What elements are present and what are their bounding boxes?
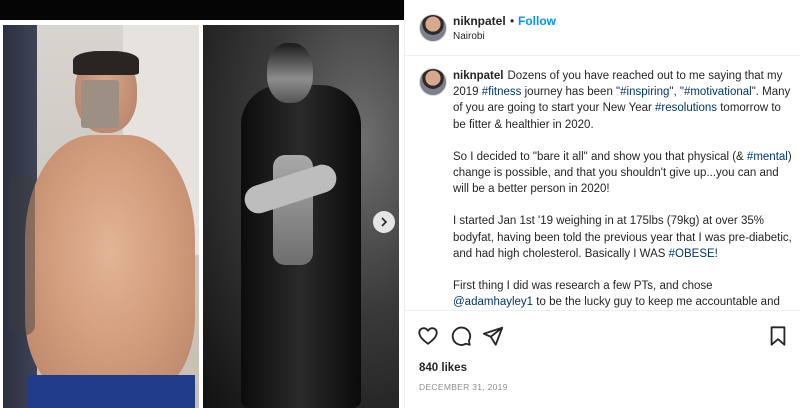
share-button[interactable] [482, 325, 504, 347]
caption-paragraph: So I decided to "bare it all" and show y… [453, 149, 793, 198]
post-side-panel: niknpatel • Follow Nairobi niknpatel Doze… [404, 0, 800, 408]
location-link[interactable]: Nairobi [453, 31, 485, 42]
share-icon [482, 326, 504, 346]
shorts [27, 375, 195, 408]
follow-button[interactable]: Follow [518, 14, 556, 28]
hashtag-link[interactable]: #resolutions [655, 102, 717, 114]
hashtag-link[interactable]: #OBESE [669, 248, 715, 260]
torso [25, 135, 195, 395]
caption-area[interactable]: niknpatel Dozens of you have reached out … [405, 56, 800, 310]
caption-paragraph: niknpatel Dozens of you have reached out … [453, 68, 793, 133]
save-button[interactable] [767, 325, 789, 347]
like-button[interactable] [417, 325, 439, 347]
heart-icon [418, 327, 438, 345]
comment-icon [451, 326, 472, 346]
hashtag-link[interactable]: #mental [747, 151, 788, 163]
caption-username[interactable]: niknpatel [453, 70, 503, 82]
caption-paragraph: I started Jan 1st '19 weighing in at 175… [453, 213, 793, 262]
post-media [0, 0, 404, 408]
username-link[interactable]: niknpatel [453, 14, 506, 28]
caption-text-segment: I started Jan 1st '19 weighing in at 175… [453, 215, 792, 260]
comment-button[interactable] [450, 325, 472, 347]
avatar[interactable] [419, 68, 447, 96]
post-date: DECEMBER 31, 2019 [419, 382, 508, 392]
media-top-bar [0, 0, 404, 20]
caption-text-segment: journey has been " [521, 86, 621, 99]
chevron-right-icon [381, 217, 388, 227]
phone [81, 80, 119, 128]
post-header: niknpatel • Follow Nairobi [405, 0, 800, 56]
separator-dot: • [510, 14, 515, 28]
after-photo [203, 25, 399, 408]
bookmark-icon [770, 326, 786, 346]
caption-text-segment: First thing I did was research a few PTs… [453, 280, 713, 293]
arm-tattoo [9, 175, 35, 335]
hashtag-link[interactable]: #motivational [684, 86, 752, 98]
avatar[interactable] [419, 14, 447, 42]
caption-text: niknpatel Dozens of you have reached out … [453, 68, 793, 310]
hashtag-link[interactable]: #fitness [482, 86, 522, 98]
caption-text-segment: So I decided to "bare it all" and show y… [453, 150, 747, 163]
action-bar [405, 310, 800, 361]
before-photo [3, 25, 199, 408]
hashtag-link[interactable]: #inspiring [620, 86, 669, 98]
caption-paragraph: First thing I did was research a few PTs… [453, 278, 793, 310]
caption-text-segment: ! [714, 247, 718, 260]
likes-count[interactable]: 840 likes [419, 362, 467, 374]
caption-text-segment: ", " [669, 86, 684, 99]
next-image-button[interactable] [373, 211, 395, 233]
hair [73, 51, 139, 75]
head [267, 43, 313, 103]
mention-link[interactable]: @adamhayley1 [453, 296, 533, 308]
